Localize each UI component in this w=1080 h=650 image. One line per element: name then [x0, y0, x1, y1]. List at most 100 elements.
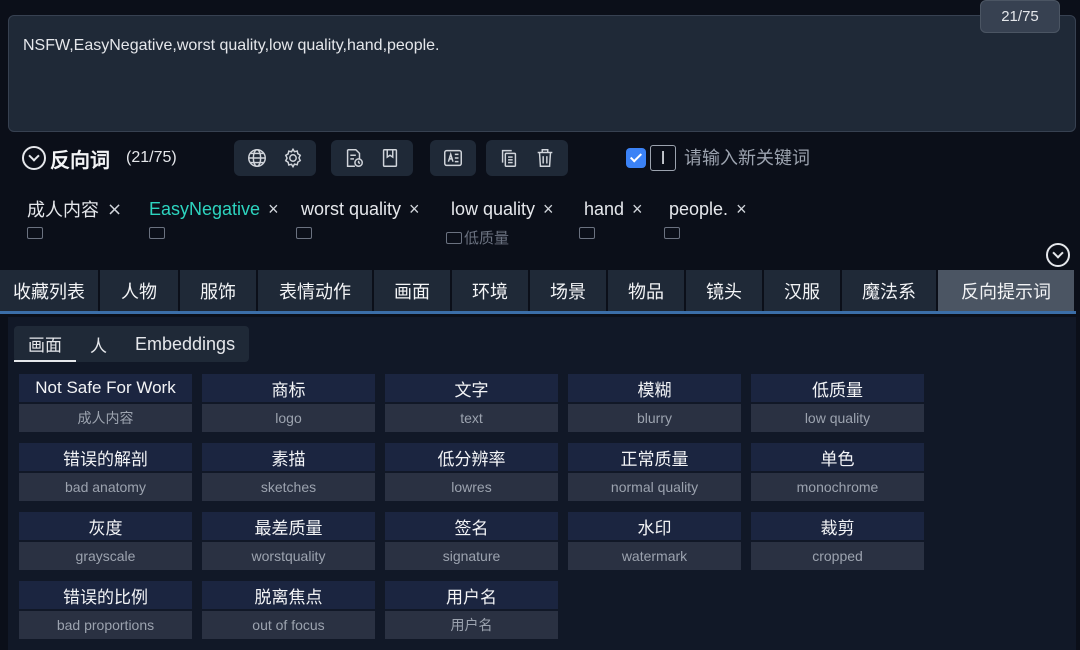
- card-value: bad proportions: [19, 611, 192, 639]
- document-clock-icon[interactable]: [339, 143, 369, 173]
- keyword-card[interactable]: 裁剪 cropped: [751, 512, 924, 570]
- close-icon[interactable]: ×: [632, 199, 643, 220]
- card-label: 签名: [385, 512, 558, 540]
- prompt-textarea[interactable]: NSFW,EasyNegative,worst quality,low qual…: [8, 15, 1076, 132]
- tag-item: worst quality ×: [296, 194, 420, 250]
- keyword-card[interactable]: 正常质量 normal quality: [568, 443, 741, 501]
- keyword-card[interactable]: 错误的比例 bad proportions: [19, 581, 192, 639]
- card-value: sketches: [202, 473, 375, 501]
- tag-label[interactable]: hand: [584, 199, 624, 220]
- card-value: logo: [202, 404, 375, 432]
- prompt-text[interactable]: NSFW,EasyNegative,worst quality,low qual…: [23, 37, 440, 55]
- close-icon[interactable]: ×: [268, 199, 279, 220]
- keyword-card[interactable]: 错误的解剖 bad anatomy: [19, 443, 192, 501]
- close-icon[interactable]: ×: [543, 199, 554, 220]
- category-tabs: 收藏列表 人物 服饰 表情动作 画面 环境 场景 物品 镜头 汉服 魔法系 反向…: [0, 270, 1076, 314]
- tab-environment[interactable]: 环境: [452, 270, 530, 311]
- tag-label[interactable]: low quality: [451, 199, 535, 220]
- keyword-card[interactable]: 文字 text: [385, 374, 558, 432]
- close-icon[interactable]: ×: [409, 199, 420, 220]
- keyword-card[interactable]: 最差质量 worstquality: [202, 512, 375, 570]
- globe-icon[interactable]: [242, 143, 272, 173]
- keyword-card[interactable]: 模糊 blurry: [568, 374, 741, 432]
- translate-icon[interactable]: [149, 227, 165, 239]
- card-label: 正常质量: [568, 443, 741, 471]
- card-label: 裁剪: [751, 512, 924, 540]
- keyword-card[interactable]: 低分辨率 lowres: [385, 443, 558, 501]
- card-value: text: [385, 404, 558, 432]
- keyword-card[interactable]: 脱离焦点 out of focus: [202, 581, 375, 639]
- subtab-embeddings[interactable]: Embeddings: [121, 326, 249, 362]
- card-value: grayscale: [19, 542, 192, 570]
- card-label: 单色: [751, 443, 924, 471]
- tag-item: 成人内容 ×: [27, 194, 122, 250]
- negative-token-count: (21/75): [126, 149, 177, 166]
- tab-objects[interactable]: 物品: [608, 270, 686, 311]
- tag-label[interactable]: people.: [669, 199, 728, 220]
- toolbar-group-1: [234, 140, 316, 176]
- tag-item: low quality × 低质量: [446, 194, 554, 250]
- copy-icon[interactable]: [494, 143, 524, 173]
- card-label: 素描: [202, 443, 375, 471]
- translate-icon[interactable]: [296, 227, 312, 239]
- keyword-card[interactable]: 低质量 low quality: [751, 374, 924, 432]
- tag-item: EasyNegative ×: [149, 194, 279, 250]
- gear-icon[interactable]: [278, 143, 308, 173]
- tab-negative-prompts[interactable]: 反向提示词: [938, 270, 1076, 311]
- keyword-checkbox[interactable]: [626, 148, 646, 168]
- toolbar-group-3: [430, 140, 476, 176]
- card-value: 成人内容: [19, 404, 192, 432]
- tab-hanfu[interactable]: 汉服: [764, 270, 842, 311]
- tab-characters[interactable]: 人物: [100, 270, 180, 311]
- expand-chevron-icon[interactable]: [1046, 243, 1070, 267]
- tag-label[interactable]: EasyNegative: [149, 199, 260, 220]
- keyword-card[interactable]: 商标 logo: [202, 374, 375, 432]
- tag-label[interactable]: worst quality: [301, 199, 401, 220]
- keyword-card[interactable]: 签名 signature: [385, 512, 558, 570]
- tag-label[interactable]: 成人内容: [27, 196, 99, 222]
- close-icon[interactable]: ×: [736, 199, 747, 220]
- keyword-card[interactable]: 单色 monochrome: [751, 443, 924, 501]
- card-value: blurry: [568, 404, 741, 432]
- tag-translation: 低质量: [464, 229, 510, 247]
- new-keyword-input[interactable]: [684, 147, 904, 169]
- keyword-card[interactable]: 灰度 grayscale: [19, 512, 192, 570]
- tab-expressions[interactable]: 表情动作: [258, 270, 374, 311]
- subtab-person[interactable]: 人: [76, 326, 121, 362]
- card-value: monochrome: [751, 473, 924, 501]
- card-label: 低分辨率: [385, 443, 558, 471]
- card-label: 商标: [202, 374, 375, 402]
- card-value: worstquality: [202, 542, 375, 570]
- card-value: low quality: [751, 404, 924, 432]
- translate-icon[interactable]: [579, 227, 595, 239]
- tab-scene[interactable]: 场景: [530, 270, 608, 311]
- tab-magic[interactable]: 魔法系: [842, 270, 938, 311]
- keyword-card[interactable]: 素描 sketches: [202, 443, 375, 501]
- text-cursor-icon: I: [650, 145, 676, 171]
- translate-icon[interactable]: [438, 143, 468, 173]
- toolbar-group-4: [486, 140, 568, 176]
- card-value: lowres: [385, 473, 558, 501]
- collapse-chevron-icon[interactable]: [22, 146, 46, 170]
- translate-icon[interactable]: [446, 231, 462, 244]
- bookmark-icon[interactable]: [375, 143, 405, 173]
- translate-icon[interactable]: [664, 227, 680, 239]
- card-label: 水印: [568, 512, 741, 540]
- token-counter: 21/75: [980, 0, 1060, 33]
- tab-scene-quality[interactable]: 画面: [374, 270, 452, 311]
- tab-clothing[interactable]: 服饰: [180, 270, 258, 311]
- card-value: normal quality: [568, 473, 741, 501]
- card-label: 灰度: [19, 512, 192, 540]
- trash-icon[interactable]: [530, 143, 560, 173]
- card-label: 低质量: [751, 374, 924, 402]
- translate-icon[interactable]: [27, 227, 43, 239]
- negative-title: 反向词: [50, 147, 110, 172]
- tab-camera[interactable]: 镜头: [686, 270, 764, 311]
- keyword-card[interactable]: 水印 watermark: [568, 512, 741, 570]
- card-label: 错误的解剖: [19, 443, 192, 471]
- tab-favorites[interactable]: 收藏列表: [0, 270, 100, 311]
- keyword-card[interactable]: 用户名 用户名: [385, 581, 558, 639]
- keyword-card[interactable]: Not Safe For Work 成人内容: [19, 374, 192, 432]
- subtab-scene[interactable]: 画面: [14, 326, 76, 362]
- close-icon[interactable]: ×: [107, 199, 122, 220]
